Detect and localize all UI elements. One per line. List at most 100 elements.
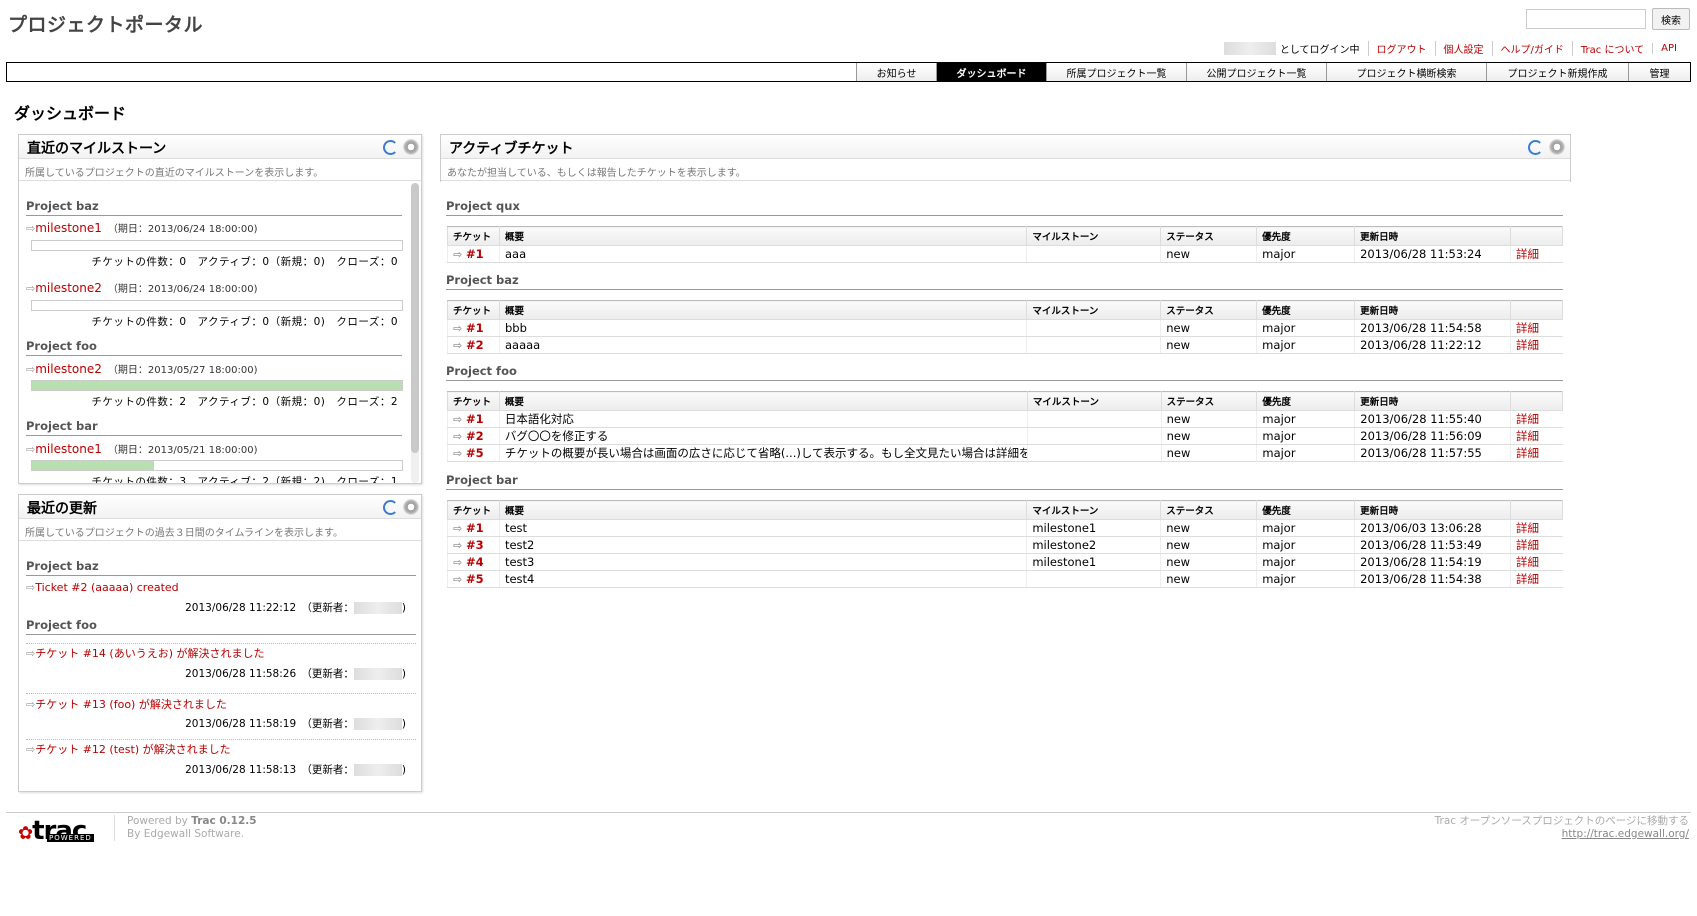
ticket-id[interactable]: #1: [466, 521, 484, 535]
column-header[interactable]: 優先度: [1256, 500, 1356, 520]
milestone-link[interactable]: milestone1: [35, 442, 102, 456]
column-header[interactable]: マイルストーン: [1026, 300, 1162, 320]
nav-tab-admin[interactable]: 管理: [1628, 63, 1690, 81]
ticket-detail-link[interactable]: 詳細: [1516, 338, 1539, 352]
ticket-id[interactable]: #4: [466, 555, 484, 569]
column-header[interactable]: チケット: [447, 500, 500, 520]
gear-icon[interactable]: [1549, 139, 1565, 155]
milestone-link[interactable]: milestone1: [35, 221, 102, 235]
ticket-row[interactable]: ⇨ #2 バグ〇〇を修正する new major 2013/06/28 11:56:09…: [447, 427, 1563, 445]
ticket-id[interactable]: #2: [466, 338, 484, 352]
ticket-row[interactable]: ⇨ #1 bbb new major 2013/06/28 11:54:58 詳細: [447, 319, 1563, 337]
nav-tab-dashboard[interactable]: ダッシュボード: [936, 63, 1046, 81]
ticket-id-link[interactable]: ⇨ #2: [447, 336, 500, 354]
ticket-id-link[interactable]: ⇨ #1: [447, 319, 500, 337]
ticket-detail-link[interactable]: 詳細: [1516, 572, 1539, 586]
ticket-id[interactable]: #3: [466, 538, 484, 552]
ticket-detail-link[interactable]: 詳細: [1516, 555, 1539, 569]
ticket-id[interactable]: #1: [466, 412, 484, 426]
ticket-detail-link[interactable]: 詳細: [1516, 321, 1539, 335]
search-button[interactable]: 検索: [1652, 8, 1690, 30]
milestones-scrollbar[interactable]: [411, 183, 419, 483]
column-header[interactable]: 更新日時: [1354, 391, 1512, 411]
column-header[interactable]: [1510, 300, 1563, 320]
ticket-detail-link[interactable]: 詳細: [1516, 446, 1539, 460]
milestone-link[interactable]: milestone2: [35, 281, 102, 295]
column-header[interactable]: ステータス: [1160, 500, 1258, 520]
ticket-id-link[interactable]: ⇨ #1: [447, 410, 500, 428]
timeline-event-text[interactable]: チケット #12 (test) が解決されました: [35, 743, 230, 756]
api-link[interactable]: API: [1652, 43, 1685, 54]
about-trac-link[interactable]: Trac について: [1571, 41, 1652, 56]
column-header[interactable]: チケット: [447, 391, 500, 411]
timeline-event[interactable]: ⇨チケット #14 (あいうえお) が解決されました: [26, 645, 265, 661]
column-header[interactable]: マイルストーン: [1026, 226, 1162, 246]
column-header[interactable]: 概要: [498, 300, 1028, 320]
edgewall-credit[interactable]: By Edgewall Software.: [127, 828, 244, 840]
ticket-id-link[interactable]: ⇨ #3: [447, 536, 500, 554]
column-header[interactable]: マイルストーン: [1026, 500, 1162, 520]
ticket-id-link[interactable]: ⇨ #1: [447, 519, 500, 537]
timeline-event-text[interactable]: Ticket #2 (aaaaa) created: [35, 581, 178, 594]
logout-link[interactable]: ログアウト: [1367, 41, 1435, 56]
ticket-row[interactable]: ⇨ #1 aaa new major 2013/06/28 11:53:24 詳細: [447, 245, 1563, 263]
ticket-id[interactable]: #5: [466, 572, 484, 586]
ticket-detail-link[interactable]: 詳細: [1516, 412, 1539, 426]
column-header[interactable]: [1510, 391, 1563, 411]
ticket-id[interactable]: #1: [466, 321, 484, 335]
ticket-detail-link[interactable]: 詳細: [1516, 521, 1539, 535]
column-header[interactable]: ステータス: [1160, 300, 1258, 320]
column-header[interactable]: 優先度: [1256, 300, 1356, 320]
ticket-id[interactable]: #1: [466, 247, 484, 261]
trac-version-link[interactable]: Trac 0.12.5: [191, 815, 256, 827]
ticket-row[interactable]: ⇨ #5 チケットの概要が長い場合は画面の広さに応じて省略(...)して表示する。…: [447, 444, 1563, 462]
refresh-icon[interactable]: [1528, 140, 1543, 155]
ticket-row[interactable]: ⇨ #5 test4 new major 2013/06/28 11:54:38 詳細: [447, 570, 1563, 588]
column-header[interactable]: 概要: [498, 500, 1028, 520]
column-header[interactable]: 優先度: [1256, 391, 1356, 411]
nav-tab-public-projects[interactable]: 公開プロジェクト一覧: [1186, 63, 1326, 81]
nav-tab-news[interactable]: お知らせ: [856, 63, 936, 81]
gear-icon[interactable]: [403, 139, 419, 155]
column-header[interactable]: マイルストーン: [1026, 391, 1162, 411]
scrollbar-thumb[interactable]: [411, 183, 419, 453]
column-header[interactable]: ステータス: [1160, 226, 1258, 246]
column-header[interactable]: ステータス: [1160, 391, 1258, 411]
ticket-detail-link[interactable]: 詳細: [1516, 247, 1539, 261]
refresh-icon[interactable]: [383, 500, 398, 515]
nav-tab-my-projects[interactable]: 所属プロジェクト一覧: [1046, 63, 1186, 81]
ticket-row[interactable]: ⇨ #3 test2 milestone2 new major 2013/06/28 11…: [447, 536, 1563, 554]
ticket-id[interactable]: #5: [466, 446, 484, 460]
ticket-id-link[interactable]: ⇨ #2: [447, 427, 500, 445]
timeline-event[interactable]: ⇨Ticket #2 (aaaaa) created: [26, 581, 179, 594]
ticket-row[interactable]: ⇨ #1 test milestone1 new major 2013/06/03 13:…: [447, 519, 1563, 537]
timeline-event-text[interactable]: チケット #13 (foo) が解決されました: [35, 698, 227, 711]
column-header[interactable]: 優先度: [1256, 226, 1356, 246]
gear-icon[interactable]: [403, 499, 419, 515]
column-header[interactable]: [1510, 500, 1563, 520]
ticket-id[interactable]: #2: [466, 429, 484, 443]
nav-tab-new-project[interactable]: プロジェクト新規作成: [1486, 63, 1628, 81]
ticket-detail-link[interactable]: 詳細: [1516, 429, 1539, 443]
preferences-link[interactable]: 個人設定: [1434, 41, 1492, 56]
ticket-id-link[interactable]: ⇨ #5: [447, 444, 500, 462]
column-header[interactable]: チケット: [447, 300, 500, 320]
ticket-row[interactable]: ⇨ #2 aaaaa new major 2013/06/28 11:22:12 詳細: [447, 336, 1563, 354]
trac-project-url[interactable]: http://trac.edgewall.org/: [1562, 828, 1689, 840]
site-title[interactable]: プロジェクトポータル: [8, 10, 203, 37]
timeline-event[interactable]: ⇨チケット #12 (test) が解決されました: [26, 741, 231, 757]
help-guide-link[interactable]: ヘルプ/ガイド: [1491, 41, 1572, 56]
timeline-event[interactable]: ⇨チケット #13 (foo) が解決されました: [26, 696, 227, 712]
column-header[interactable]: 概要: [498, 391, 1028, 411]
ticket-row[interactable]: ⇨ #1 日本語化対応 new major 2013/06/28 11:55:40 詳細: [447, 410, 1563, 428]
column-header[interactable]: [1509, 226, 1564, 246]
column-header[interactable]: チケット: [447, 226, 500, 246]
search-input[interactable]: [1526, 9, 1646, 29]
column-header[interactable]: 概要: [498, 226, 1028, 246]
column-header[interactable]: 更新日時: [1354, 500, 1511, 520]
ticket-row[interactable]: ⇨ #4 test3 milestone1 new major 2013/06/28 11…: [447, 553, 1563, 571]
ticket-id-link[interactable]: ⇨ #1: [447, 245, 500, 263]
nav-tab-cross-search[interactable]: プロジェクト横断検索: [1326, 63, 1486, 81]
column-header[interactable]: 更新日時: [1354, 300, 1511, 320]
ticket-id-link[interactable]: ⇨ #4: [447, 553, 500, 571]
